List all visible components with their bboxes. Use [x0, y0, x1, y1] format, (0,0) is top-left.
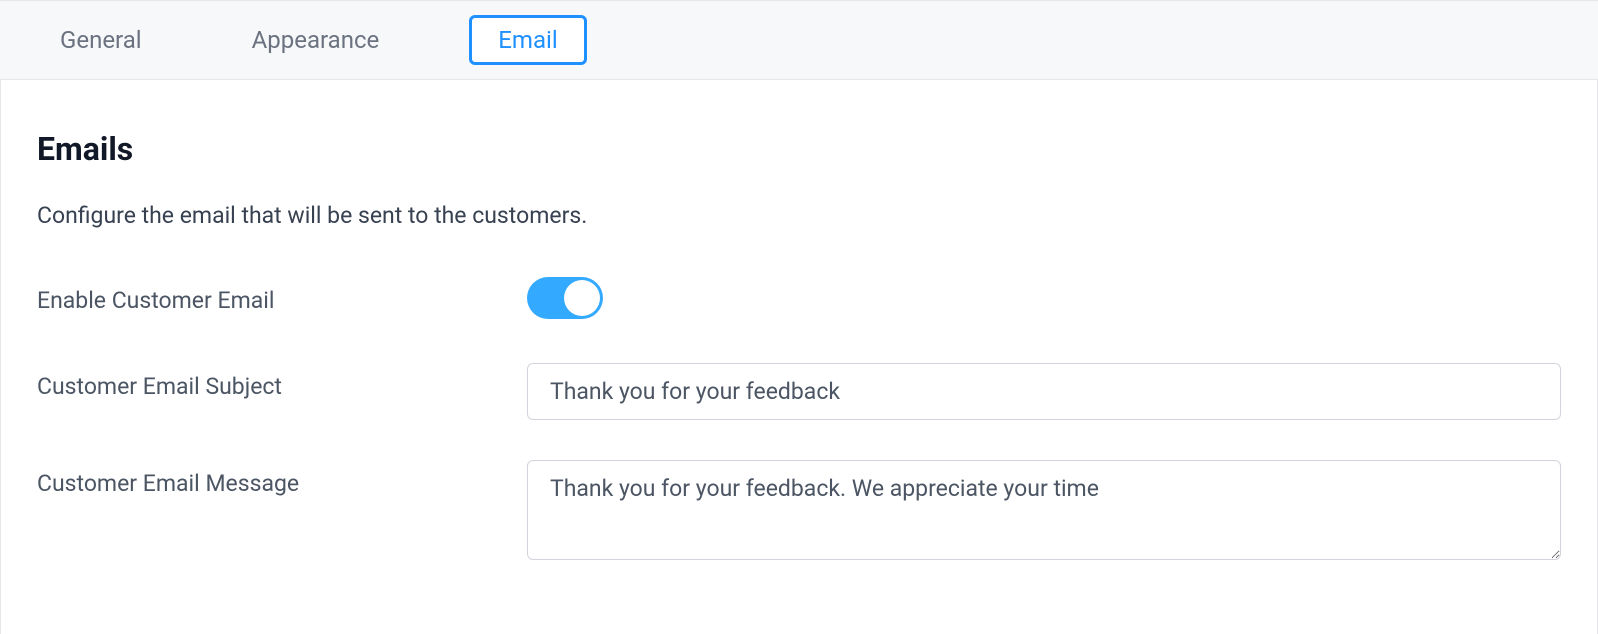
tab-general[interactable]: General — [40, 16, 162, 64]
customer-email-subject-input[interactable] — [527, 363, 1561, 420]
enable-customer-email-toggle[interactable] — [527, 277, 603, 319]
section-title: Emails — [37, 130, 1561, 168]
customer-email-message-label: Customer Email Message — [37, 460, 527, 497]
tabs-bar: General Appearance Email — [0, 0, 1598, 80]
row-customer-email-subject: Customer Email Subject — [37, 363, 1561, 420]
customer-email-subject-label: Customer Email Subject — [37, 363, 527, 400]
email-settings-panel: Emails Configure the email that will be … — [0, 80, 1598, 634]
row-enable-customer-email: Enable Customer Email — [37, 277, 1561, 323]
tab-email[interactable]: Email — [469, 15, 586, 65]
customer-email-message-textarea[interactable]: Thank you for your feedback. We apprecia… — [527, 460, 1561, 560]
row-customer-email-message: Customer Email Message Thank you for you… — [37, 460, 1561, 564]
enable-customer-email-label: Enable Customer Email — [37, 277, 527, 314]
tab-appearance[interactable]: Appearance — [232, 16, 400, 64]
section-description: Configure the email that will be sent to… — [37, 202, 1561, 229]
toggle-knob — [564, 280, 600, 316]
